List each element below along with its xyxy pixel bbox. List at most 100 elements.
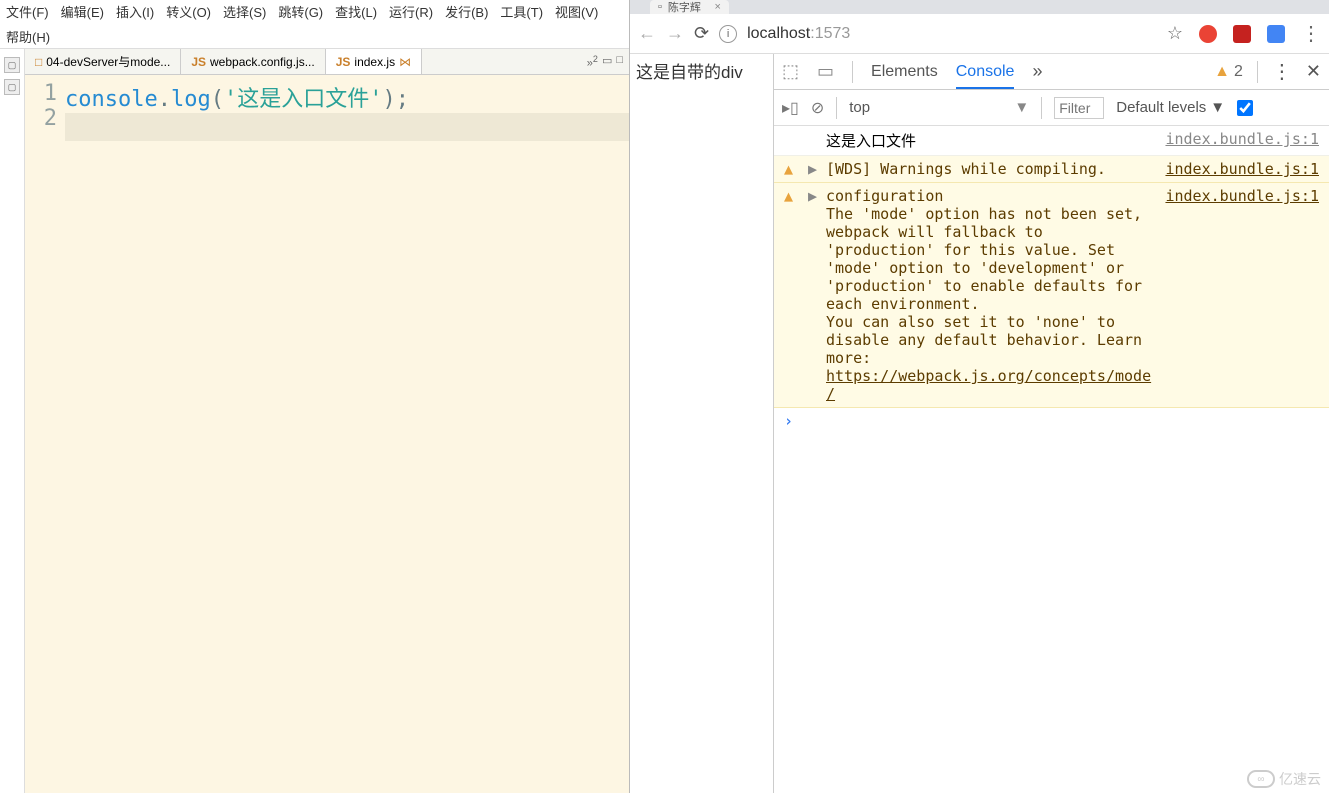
gutter-icon-2[interactable]: ▢ xyxy=(4,79,20,95)
log-entry[interactable]: 这是入口文件 index.bundle.js:1 xyxy=(774,126,1329,156)
location-extension-icon[interactable] xyxy=(1199,25,1217,43)
rendered-page: 这是自带的div xyxy=(630,54,774,793)
reload-button[interactable]: ⟳ xyxy=(694,23,709,44)
browser-tab[interactable]: ▫ 陈字辉 × xyxy=(650,0,729,14)
bookmark-star-icon[interactable]: ☆ xyxy=(1167,23,1183,44)
line-number: 2 xyxy=(25,106,57,131)
separator xyxy=(836,97,837,119)
log-message: configuration The 'mode' option has not … xyxy=(826,187,1157,403)
tab-webpack-config[interactable]: JS webpack.config.js... xyxy=(181,49,325,74)
line-number: 1 xyxy=(25,81,57,106)
dirty-close-icon[interactable]: ⋈ xyxy=(399,55,411,69)
menu-transform[interactable]: 转义(O) xyxy=(166,2,211,21)
page-icon: ▫ xyxy=(658,1,662,13)
separator xyxy=(852,61,853,83)
ide-left-gutter: ▢ ▢ xyxy=(0,49,25,793)
file-icon: □ xyxy=(35,55,42,69)
site-info-icon[interactable]: i xyxy=(719,25,737,43)
tab-index-js[interactable]: JS index.js ⋈ xyxy=(326,49,422,74)
log-icon xyxy=(784,130,800,151)
minimize-icon[interactable]: ▭ xyxy=(602,54,612,70)
menu-help[interactable]: 帮助(H) xyxy=(6,27,50,46)
tabs-overflow-icon[interactable]: » xyxy=(1032,61,1042,82)
watermark: ∞ 亿速云 xyxy=(1247,769,1321,789)
dropdown-triangle-icon: ▼ xyxy=(1014,99,1029,116)
log-source-link[interactable]: index.bundle.js:1 xyxy=(1165,187,1319,403)
prompt-caret-icon: › xyxy=(784,412,793,430)
menu-tools[interactable]: 工具(T) xyxy=(500,2,543,21)
console-prompt[interactable]: › xyxy=(774,408,1329,434)
log-message: [WDS] Warnings while compiling. xyxy=(826,160,1157,178)
log-message: 这是入口文件 xyxy=(826,130,1157,151)
tab-overflow-icon[interactable]: »2 xyxy=(587,54,598,70)
menu-select[interactable]: 选择(S) xyxy=(223,2,266,21)
close-devtools-icon[interactable]: ✕ xyxy=(1306,61,1321,82)
dropdown-triangle-icon: ▼ xyxy=(1210,99,1225,116)
ide-panel: 文件(F) 编辑(E) 插入(I) 转义(O) 选择(S) 跳转(G) 查找(L… xyxy=(0,0,630,793)
devtools-tabbar: ⬚ ▭ Elements Console » ▲ 2 ⋮ ✕ xyxy=(774,54,1329,90)
close-tab-icon[interactable]: × xyxy=(714,1,720,13)
log-entry-warning[interactable]: ▲ ▶ configuration The 'mode' option has … xyxy=(774,183,1329,408)
menu-file[interactable]: 文件(F) xyxy=(6,2,49,21)
code-editor[interactable]: 1 2 console.log('这是入口文件'); xyxy=(25,75,629,793)
console-output: 这是入口文件 index.bundle.js:1 ▲ ▶ [WDS] Warni… xyxy=(774,126,1329,793)
log-levels-dropdown[interactable]: Default levels ▼ xyxy=(1116,99,1225,116)
warning-triangle-icon: ▲ xyxy=(784,160,800,178)
warning-triangle-icon: ▲ xyxy=(784,187,800,403)
maximize-icon[interactable]: □ xyxy=(616,54,623,70)
menu-goto[interactable]: 跳转(G) xyxy=(278,2,323,21)
menu-view[interactable]: 视图(V) xyxy=(555,2,598,21)
url-display[interactable]: localhost:1573 xyxy=(747,25,850,43)
code-line-2[interactable] xyxy=(65,113,629,141)
inspect-element-icon[interactable]: ⬚ xyxy=(782,61,799,82)
menu-run[interactable]: 运行(R) xyxy=(389,2,433,21)
learn-more-link[interactable]: https://webpack.js.org/concepts/mode/ xyxy=(826,367,1151,403)
device-toggle-icon[interactable]: ▭ xyxy=(817,61,834,82)
menu-find[interactable]: 查找(L) xyxy=(335,2,377,21)
browser-tab-strip: ▫ 陈字辉 × xyxy=(630,0,1329,14)
code-line-1[interactable]: console.log('这是入口文件'); xyxy=(65,81,629,113)
watermark-icon: ∞ xyxy=(1247,770,1275,788)
console-filter-input[interactable] xyxy=(1054,97,1104,119)
tab-elements[interactable]: Elements xyxy=(871,63,938,81)
code-area[interactable]: console.log('这是入口文件'); xyxy=(65,75,629,793)
separator xyxy=(1257,61,1258,83)
tab-devserver[interactable]: □ 04-devServer与mode... xyxy=(25,49,181,74)
ide-menubar: 文件(F) 编辑(E) 插入(I) 转义(O) 选择(S) 跳转(G) 查找(L… xyxy=(0,0,629,49)
chrome-menu-icon[interactable]: ⋮ xyxy=(1301,21,1321,46)
expand-arrow-icon[interactable]: ▶ xyxy=(808,160,818,178)
separator xyxy=(1041,97,1042,119)
js-file-icon: JS xyxy=(336,55,351,69)
js-file-icon: JS xyxy=(191,55,206,69)
menu-release[interactable]: 发行(B) xyxy=(445,2,488,21)
log-source-link[interactable]: index.bundle.js:1 xyxy=(1165,130,1319,151)
clear-console-icon[interactable]: ⊘ xyxy=(811,98,824,118)
shield-extension-icon[interactable] xyxy=(1233,25,1251,43)
context-selector[interactable]: top ▼ xyxy=(849,99,1029,116)
warning-triangle-icon: ▲ xyxy=(1214,63,1230,81)
line-number-gutter: 1 2 xyxy=(25,75,65,793)
tab-console[interactable]: Console xyxy=(956,63,1015,89)
gutter-icon-1[interactable]: ▢ xyxy=(4,57,20,73)
editor-tab-row: □ 04-devServer与mode... JS webpack.config… xyxy=(25,49,629,75)
sidebar-toggle-icon[interactable]: ▸▯ xyxy=(782,98,799,118)
devtools-panel: ⬚ ▭ Elements Console » ▲ 2 ⋮ ✕ ▸▯ xyxy=(774,54,1329,793)
console-toolbar: ▸▯ ⊘ top ▼ Default levels ▼ xyxy=(774,90,1329,126)
tab-label: 04-devServer与mode... xyxy=(46,53,170,70)
address-bar: ← → ⟳ i localhost:1573 ☆ ⋮ xyxy=(630,14,1329,54)
menu-edit[interactable]: 编辑(E) xyxy=(61,2,104,21)
tab-label: index.js xyxy=(354,55,395,69)
log-source-link[interactable]: index.bundle.js:1 xyxy=(1165,160,1319,178)
page-text: 这是自带的div xyxy=(636,58,767,83)
expand-arrow-icon[interactable]: ▶ xyxy=(808,187,818,403)
browser-tab-title: 陈字辉 xyxy=(668,0,701,15)
translate-extension-icon[interactable] xyxy=(1267,25,1285,43)
back-button[interactable]: ← xyxy=(638,23,656,44)
menu-insert[interactable]: 插入(I) xyxy=(116,2,154,21)
log-entry-warning[interactable]: ▲ ▶ [WDS] Warnings while compiling. inde… xyxy=(774,156,1329,183)
warning-count-badge[interactable]: ▲ 2 xyxy=(1214,63,1243,81)
forward-button: → xyxy=(666,23,684,44)
browser-panel: ▫ 陈字辉 × ← → ⟳ i localhost:1573 ☆ ⋮ 这是自带的… xyxy=(630,0,1329,793)
devtools-menu-icon[interactable]: ⋮ xyxy=(1272,59,1292,84)
settings-checkbox[interactable] xyxy=(1237,100,1253,116)
